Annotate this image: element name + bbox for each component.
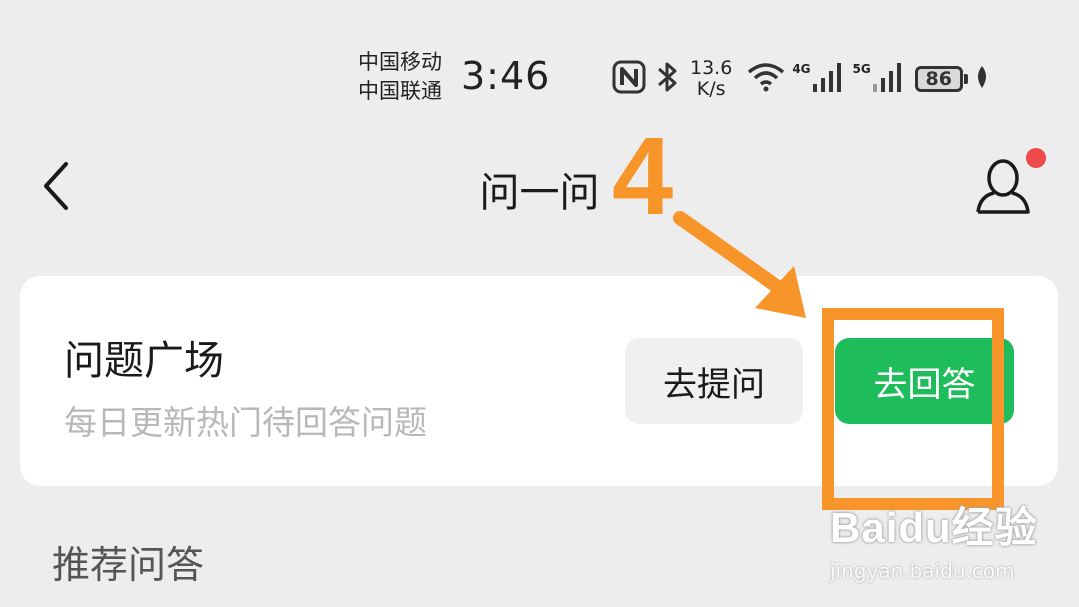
watermark: Baidu经验 jingyan.baidu.com: [830, 494, 1038, 583]
carrier-1: 中国移动: [358, 50, 442, 74]
battery-level: 86: [914, 66, 963, 92]
card-subtitle: 每日更新热门待回答问题: [64, 403, 427, 442]
wifi-icon: [746, 60, 786, 98]
signal-icon: [811, 60, 845, 98]
highlight-box: [822, 308, 1004, 510]
leaf-icon: [974, 64, 990, 94]
ask-question-button[interactable]: 去提问: [625, 338, 803, 424]
bluetooth-icon: [656, 59, 680, 99]
network-type-2: 5G: [852, 62, 871, 76]
status-time: 3:46: [461, 54, 551, 98]
carrier-names: 中国移动 中国联通: [358, 48, 442, 106]
signal-icon-2: [871, 60, 905, 98]
profile-icon: [976, 159, 1030, 214]
network-speed: 13.6 K/s: [690, 57, 733, 100]
notification-dot: [1026, 148, 1046, 168]
network-type-1: 4G: [792, 62, 811, 76]
watermark-url: jingyan.baidu.com: [830, 559, 1015, 583]
card-title: 问题广场: [64, 338, 224, 384]
section-heading: 推荐问答: [52, 543, 205, 587]
profile-button[interactable]: [968, 156, 1038, 218]
status-icons: 13.6 K/s 4G 5G 86: [612, 56, 990, 102]
watermark-logo: Baidu经验: [830, 504, 1038, 551]
battery-icon: 86: [914, 66, 968, 92]
carrier-2: 中国联通: [358, 79, 442, 103]
step-number-annotation: 4: [612, 115, 674, 238]
page-title: 问一问: [479, 170, 600, 216]
status-bar: 中国移动 中国联通 3:46 13.6 K/s 4G 5G 86: [0, 0, 1079, 120]
nfc-icon: [612, 60, 646, 98]
